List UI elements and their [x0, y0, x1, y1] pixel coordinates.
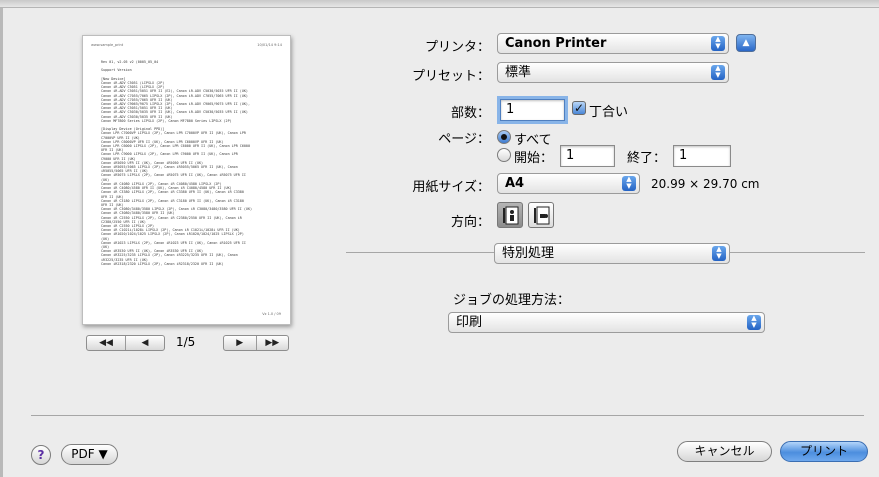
question-mark-icon: ?	[37, 448, 45, 462]
paper-size-popup[interactable]: A4 ▲ ▼	[497, 173, 640, 194]
printer-popup[interactable]: Canon Printer ▲ ▼	[497, 33, 729, 54]
pages-to-field[interactable]: 1	[673, 145, 731, 167]
print-button[interactable]: プリント	[780, 441, 868, 462]
preview-header-left: www.sample_print	[91, 43, 124, 47]
paper-size-label: 用紙サイズ：	[412, 180, 490, 195]
preview-footer: Vz 1.0 / 09	[262, 312, 281, 316]
popup-arrows-icon: ▲ ▼	[622, 176, 636, 191]
preview-header: www.sample_print 10/01/14 9:14	[91, 43, 282, 47]
job-handling-value: 印刷	[456, 315, 483, 330]
popup-arrows-icon: ▲ ▼	[711, 65, 725, 80]
section-popup[interactable]: 特別処理 ▲ ▼	[494, 243, 730, 264]
popup-arrows-icon: ▲ ▼	[712, 246, 726, 261]
last-page-button[interactable]: ▶▶	[255, 336, 289, 350]
pages-from-label: 開始：	[514, 151, 554, 166]
popup-arrows-icon: ▲ ▼	[747, 315, 761, 330]
window-left-edge	[0, 8, 3, 477]
popup-arrows-icon: ▲ ▼	[711, 36, 725, 51]
collate-label: 丁合い	[589, 105, 629, 120]
footer-divider	[31, 415, 864, 416]
landscape-person-icon	[534, 206, 550, 225]
copies-label: 部数：	[450, 106, 490, 121]
pages-label: ページ：	[438, 132, 490, 147]
pages-to-label: 終了：	[627, 151, 667, 166]
pages-range-radio[interactable]	[497, 148, 511, 162]
pages-from-field[interactable]: 1	[560, 145, 615, 167]
previous-page-button[interactable]: ◀	[125, 336, 164, 350]
preview-nav-back-group: ◀◀ ◀	[86, 335, 165, 351]
checkmark-icon: ✓	[573, 101, 585, 115]
job-handling-popup[interactable]: 印刷 ▲ ▼	[448, 312, 765, 333]
next-page-button[interactable]: ▶	[224, 336, 256, 350]
preview-nav-forward-group: ▶ ▶▶	[223, 335, 289, 351]
preview-body-text: Rev 01, v2.05 v2 (0005_05_04 Support Ver…	[101, 60, 253, 266]
printer-label: プリンタ：	[424, 40, 490, 55]
job-handling-label: ジョブの処理方法：	[453, 293, 571, 308]
first-page-button[interactable]: ◀◀	[87, 336, 125, 350]
copies-field[interactable]: 1	[497, 96, 568, 124]
pages-all-label: すべて	[514, 133, 552, 148]
collate-checkbox[interactable]: ✓	[572, 101, 586, 115]
pdf-menu-button[interactable]: PDF ▼	[61, 444, 118, 465]
help-button[interactable]: ?	[31, 445, 51, 465]
orientation-label: 方向：	[450, 215, 490, 230]
presets-label: プリセット：	[411, 69, 490, 84]
window-top-edge	[0, 0, 879, 8]
orientation-landscape-button[interactable]	[528, 202, 554, 228]
paper-dimensions: 20.99 × 29.70 cm	[651, 177, 760, 191]
cancel-button[interactable]: キャンセル	[677, 441, 772, 462]
section-divider-left	[346, 252, 494, 253]
section-divider-right	[730, 252, 865, 253]
portrait-person-icon	[503, 206, 519, 225]
triangle-up-icon: ▲	[742, 38, 750, 48]
section-popup-value: 特別処理	[502, 246, 555, 261]
paper-size-value: A4	[505, 176, 525, 191]
pages-all-radio[interactable]	[497, 130, 511, 144]
print-preview: www.sample_print 10/01/14 9:14 Rev 01, v…	[82, 35, 291, 325]
printer-value: Canon Printer	[505, 36, 607, 51]
presets-popup[interactable]: 標準 ▲ ▼	[497, 62, 729, 83]
orientation-portrait-button[interactable]	[497, 202, 523, 228]
presets-value: 標準	[505, 65, 532, 80]
preview-header-right: 10/01/14 9:14	[257, 43, 282, 47]
page-indicator: 1/5	[176, 335, 196, 349]
disclosure-collapse-button[interactable]: ▲	[736, 34, 756, 52]
